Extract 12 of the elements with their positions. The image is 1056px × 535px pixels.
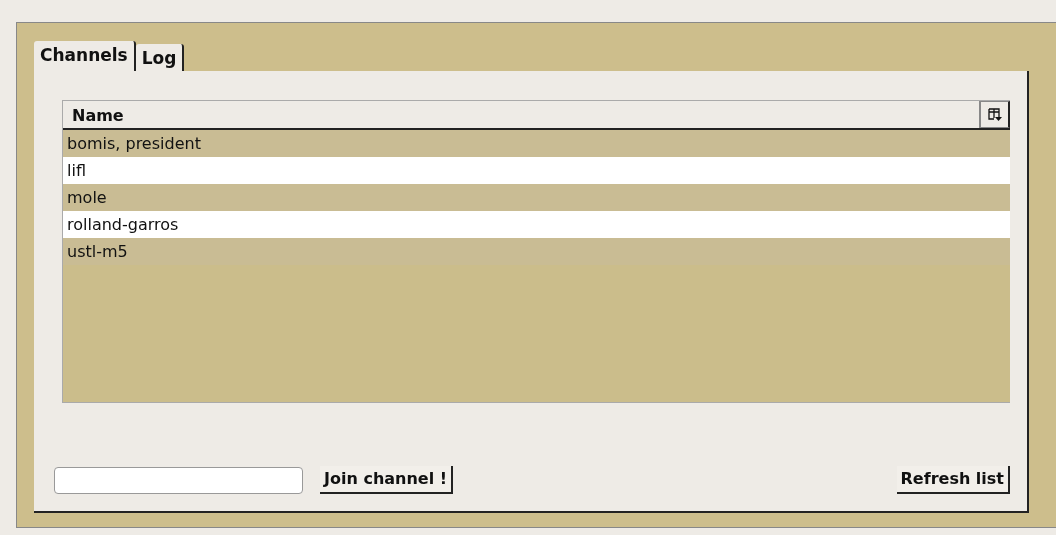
- list-row[interactable]: rolland-garros: [63, 211, 1010, 238]
- channel-input[interactable]: [54, 466, 303, 494]
- tab[interactable]: Channels: [34, 41, 136, 71]
- join-channel-button[interactable]: Join channel !: [320, 466, 454, 494]
- list-row[interactable]: ustl-m5: [63, 238, 1010, 265]
- refresh-list-button[interactable]: Refresh list: [896, 466, 1010, 494]
- list-row[interactable]: lifl: [63, 157, 1010, 184]
- list-row[interactable]: bomis, president: [63, 130, 1010, 157]
- column-menu-icon: [987, 108, 1002, 121]
- column-picker-button[interactable]: [980, 101, 1010, 128]
- list-row[interactable]: mole: [63, 184, 1010, 211]
- tab[interactable]: Log: [135, 44, 185, 71]
